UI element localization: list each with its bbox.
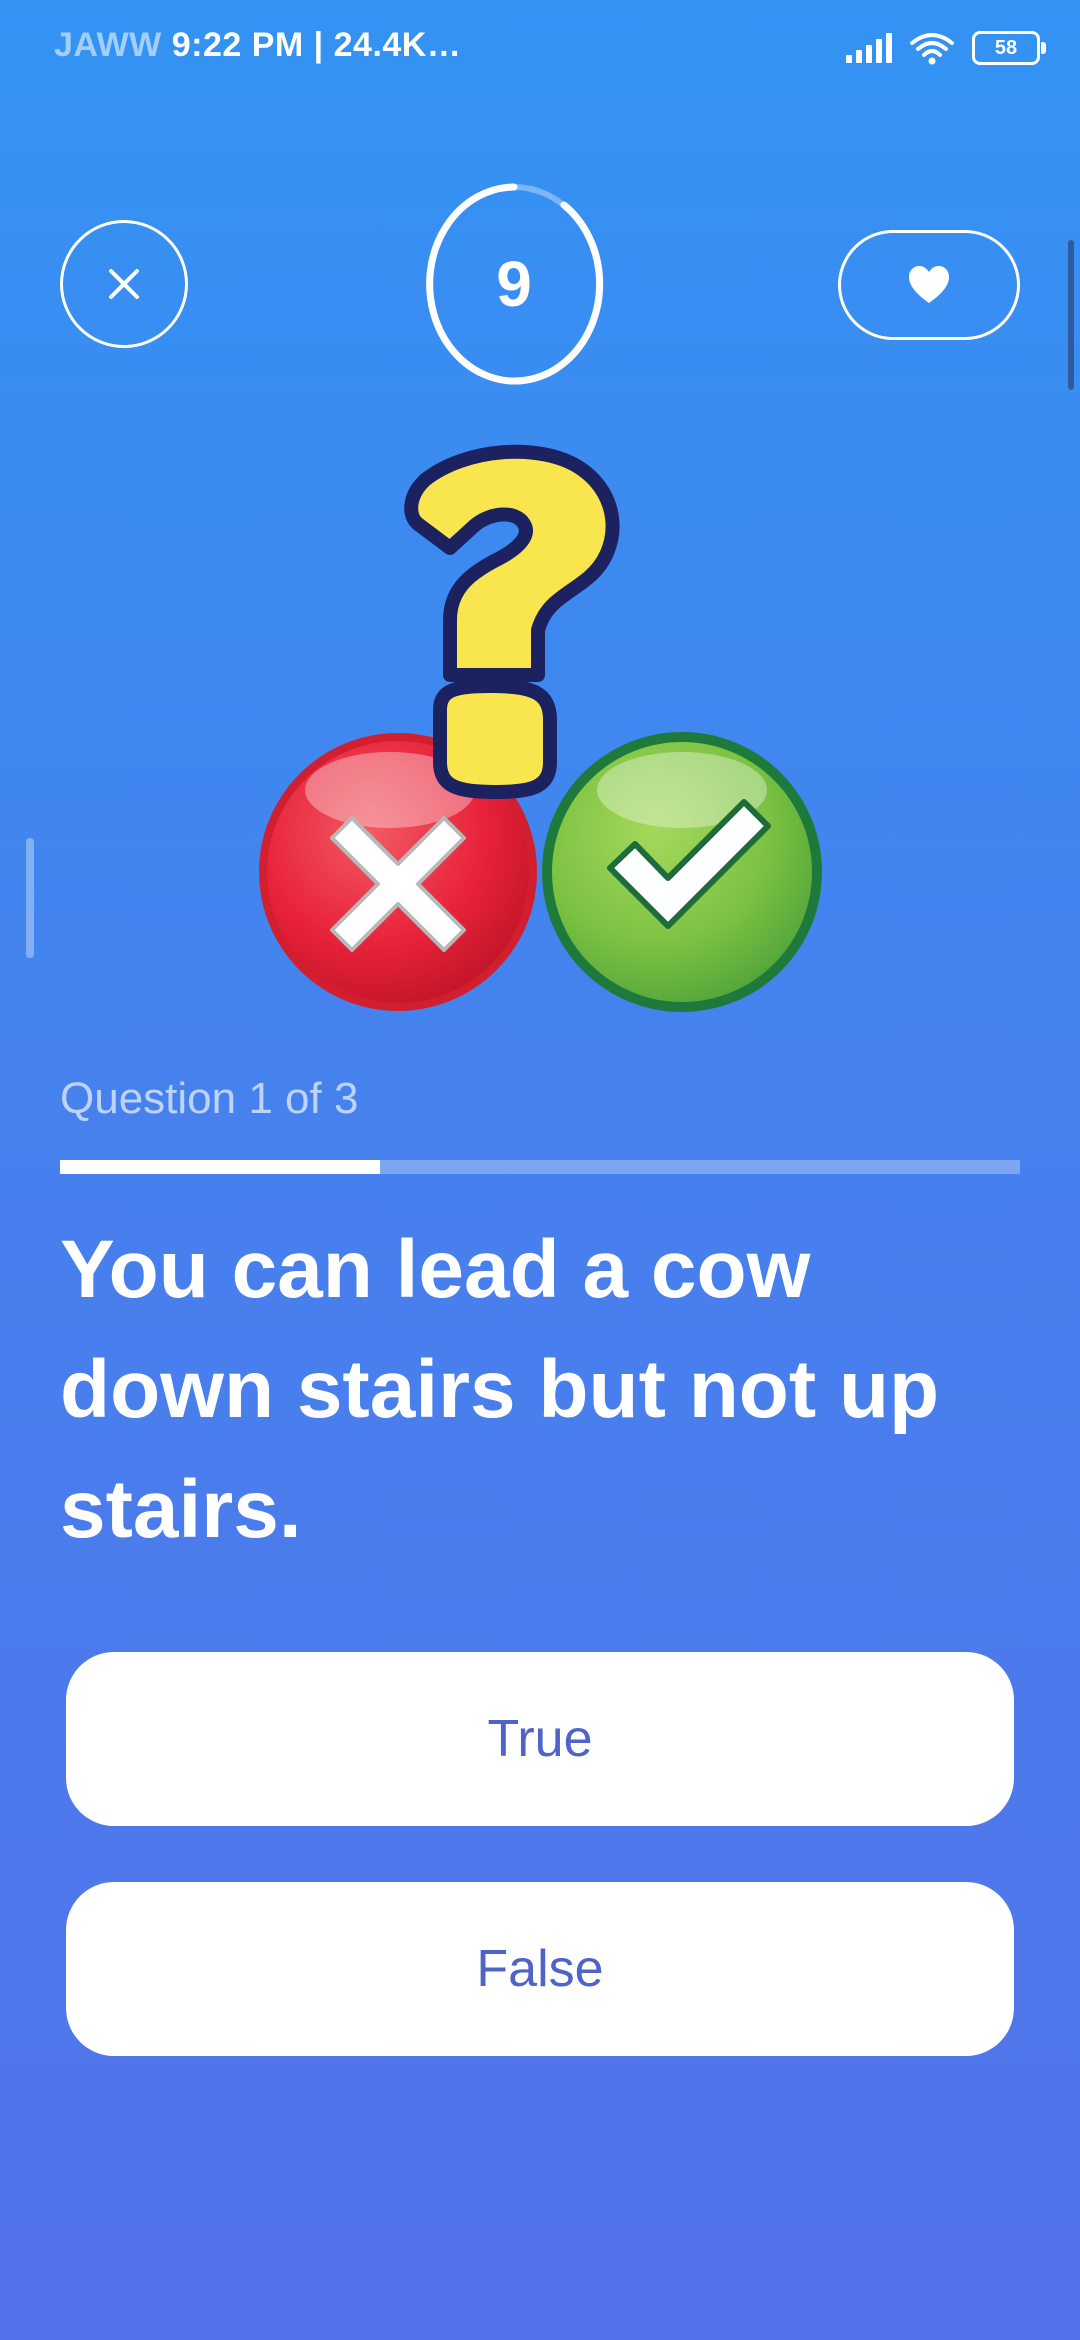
signal-icon	[846, 33, 892, 63]
question-counter: Question 1 of 3	[60, 1074, 359, 1123]
close-quiz-button[interactable]	[60, 220, 188, 348]
status-left: JAWW 9:22 PM | 24.4K…	[54, 26, 461, 65]
battery-icon: 58	[972, 31, 1046, 65]
question-mark-icon	[404, 444, 620, 799]
wifi-icon	[910, 33, 954, 65]
edge-handle[interactable]	[26, 838, 34, 958]
status-bar: JAWW 9:22 PM | 24.4K… 58	[0, 0, 1080, 96]
answer-false-button[interactable]: False	[66, 1882, 1014, 2056]
quiz-illustration	[259, 444, 822, 1012]
close-icon	[109, 269, 139, 299]
answer-true-button[interactable]: True	[66, 1652, 1014, 1826]
carrier-name: JAWW	[54, 26, 162, 64]
heart-icon	[909, 266, 949, 303]
correct-check-icon	[542, 732, 822, 1012]
scrollbar[interactable]	[1068, 240, 1074, 390]
quiz-progress-bar	[60, 1160, 1020, 1174]
status-time: 9:22 PM | 24.4K…	[171, 26, 462, 64]
question-text: You can lead a cow down stairs but not u…	[60, 1224, 940, 1555]
quiz-progress-fill	[60, 1160, 380, 1174]
battery-level: 58	[994, 36, 1018, 59]
countdown-timer: 9	[424, 182, 604, 386]
favorite-button[interactable]	[838, 230, 1020, 340]
status-icons: 58	[846, 24, 1046, 72]
timer-value: 9	[496, 248, 532, 320]
